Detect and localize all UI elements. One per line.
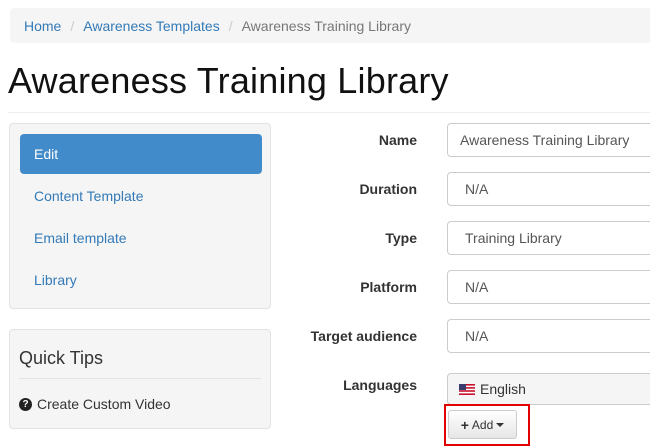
us-flag-icon	[459, 383, 475, 395]
create-custom-video-label: Create Custom Video	[37, 396, 171, 412]
breadcrumb-home[interactable]: Home	[24, 18, 61, 34]
create-custom-video-link[interactable]: ? Create Custom Video	[19, 396, 171, 412]
quick-tips-panel: Quick Tips ? Create Custom Video	[9, 329, 271, 429]
add-language-button[interactable]: + Add	[448, 410, 517, 439]
breadcrumb: Home / Awareness Templates / Awareness T…	[10, 8, 650, 43]
type-field[interactable]: Training Library	[447, 221, 650, 255]
breadcrumb-separator: /	[70, 17, 75, 34]
breadcrumb-separator: /	[228, 17, 233, 34]
sidebar-nav: Edit Content Template Email template Lib…	[9, 123, 271, 309]
title-divider	[8, 112, 650, 113]
page-title: Awareness Training Library	[8, 60, 449, 101]
name-label: Name	[378, 132, 417, 148]
language-label: English	[480, 381, 526, 397]
caret-down-icon	[496, 422, 505, 427]
sidebar-item-content-template[interactable]: Content Template	[20, 176, 262, 216]
sidebar-item-edit[interactable]: Edit	[20, 134, 262, 174]
plus-icon: +	[460, 416, 469, 433]
sidebar-item-library[interactable]: Library	[20, 260, 262, 300]
duration-field[interactable]: N/A	[447, 172, 650, 206]
breadcrumb-current: Awareness Training Library	[241, 17, 411, 34]
breadcrumb-awareness-templates[interactable]: Awareness Templates	[83, 18, 219, 34]
name-field[interactable]: Awareness Training Library	[447, 123, 650, 157]
target-audience-label: Target audience	[310, 328, 417, 344]
language-item-english[interactable]: English	[447, 373, 650, 405]
question-circle-icon: ?	[19, 397, 32, 411]
sidebar-item-email-template[interactable]: Email template	[20, 218, 262, 258]
duration-label: Duration	[359, 181, 417, 197]
languages-label: Languages	[343, 377, 417, 393]
quick-tips-title: Quick Tips	[19, 348, 104, 368]
type-label: Type	[385, 230, 417, 246]
add-button-label: Add	[471, 417, 494, 432]
platform-label: Platform	[360, 279, 417, 295]
target-audience-field[interactable]: N/A	[447, 319, 650, 353]
quick-tips-divider	[19, 378, 261, 379]
platform-field[interactable]: N/A	[447, 270, 650, 304]
